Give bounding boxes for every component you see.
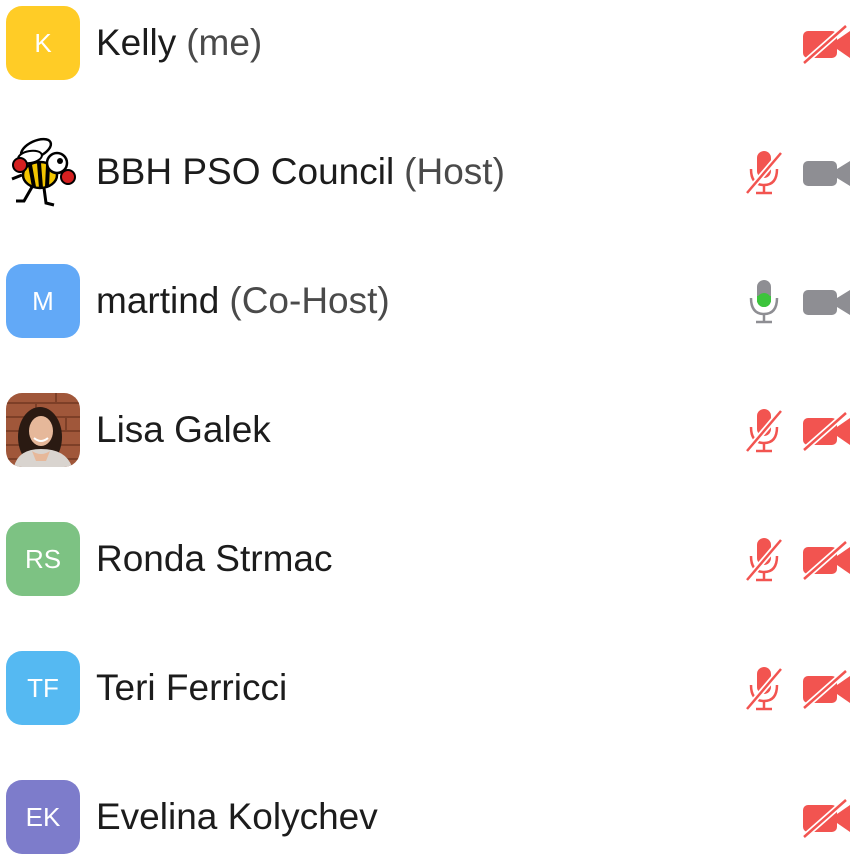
avatar: RS (6, 522, 80, 596)
avatar-initials: K (34, 27, 52, 58)
participant-name-wrap: Ronda Strmac (96, 518, 333, 600)
avatar-initials: TF (27, 672, 59, 703)
microphone-muted-icon[interactable] (744, 149, 784, 197)
hornet-mascot-avatar (6, 135, 80, 209)
video-camera-off-icon[interactable] (801, 411, 850, 451)
participant-name: BBH PSO Council (96, 151, 395, 192)
avatar-initials: M (32, 285, 54, 316)
participant-name-wrap: Lisa Galek (96, 389, 271, 471)
microphone-muted-icon[interactable] (744, 407, 784, 455)
participant-row[interactable]: TF Teri Ferricci (0, 647, 850, 727)
participant-row[interactable]: Lisa Galek (0, 389, 850, 469)
video-camera-off-icon[interactable] (801, 540, 850, 580)
video-camera-icon[interactable] (801, 282, 850, 322)
profile-photo-avatar (6, 393, 80, 467)
participant-name-wrap: BBH PSO Council (Host) (96, 131, 505, 213)
profile-photo-icon (6, 393, 80, 467)
participant-name: Lisa Galek (96, 409, 271, 450)
participant-name-wrap: martind (Co-Host) (96, 260, 390, 342)
avatar-initials: EK (25, 801, 61, 832)
microphone-active-icon[interactable] (744, 278, 784, 326)
participant-row[interactable]: RS Ronda Strmac (0, 518, 850, 598)
microphone-muted-icon[interactable] (744, 536, 784, 584)
participant-name-wrap: Evelina Kolychev (96, 776, 378, 858)
microphone-muted-icon[interactable] (744, 665, 784, 713)
participant-role: (Co-Host) (229, 280, 390, 321)
participant-name: Kelly (96, 22, 177, 63)
avatar: TF (6, 651, 80, 725)
hornet-mascot-icon (11, 137, 76, 207)
participant-row[interactable]: EK Evelina Kolychev (0, 776, 850, 856)
participant-name-wrap: Teri Ferricci (96, 647, 287, 729)
video-camera-off-icon[interactable] (801, 798, 850, 838)
participant-row[interactable]: M martind (Co-Host) (0, 260, 850, 340)
participant-name-wrap: Kelly (me) (96, 2, 262, 84)
participant-name: Ronda Strmac (96, 538, 333, 579)
avatar-initials: RS (24, 543, 62, 574)
participant-name: Evelina Kolychev (96, 796, 378, 837)
participant-name: martind (96, 280, 220, 321)
participant-role: (Host) (404, 151, 505, 192)
video-camera-icon[interactable] (801, 153, 850, 193)
participant-name: Teri Ferricci (96, 667, 288, 708)
video-camera-off-icon[interactable] (801, 24, 850, 64)
participant-role: (me) (186, 22, 263, 63)
participant-row[interactable]: K Kelly (me) (0, 2, 850, 82)
avatar: M (6, 264, 80, 338)
avatar: K (6, 6, 80, 80)
participant-row[interactable]: BBH PSO Council (Host) (0, 131, 850, 211)
video-camera-off-icon[interactable] (801, 669, 850, 709)
avatar: EK (6, 780, 80, 854)
